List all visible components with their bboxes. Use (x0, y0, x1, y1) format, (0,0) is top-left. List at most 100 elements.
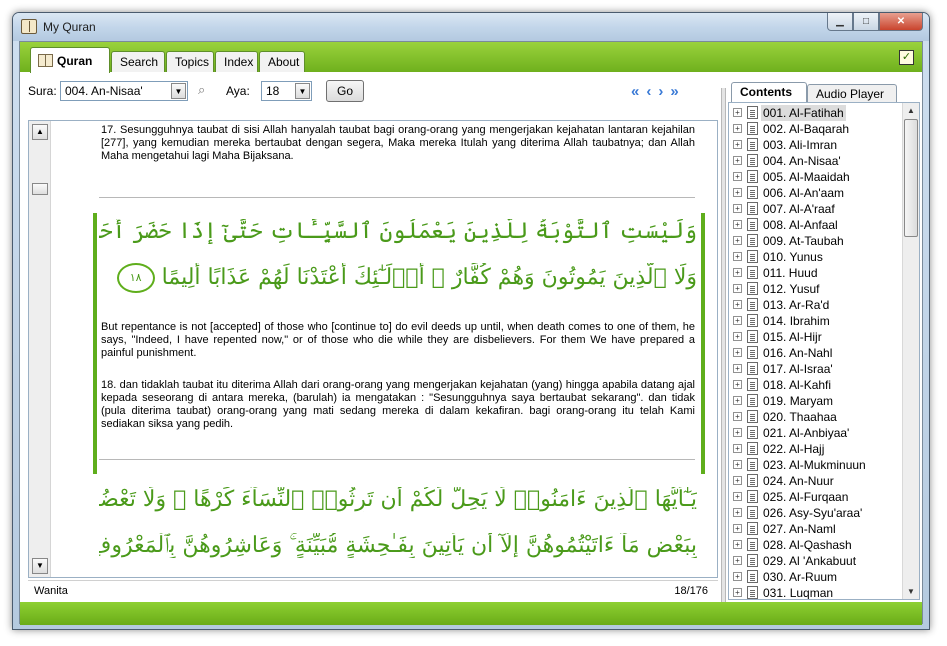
first-icon[interactable]: « (631, 84, 639, 99)
tab-topics[interactable]: Topics (166, 51, 214, 72)
expand-icon[interactable]: + (733, 444, 742, 453)
tree-item[interactable]: +018. Al-Kahfi (733, 377, 901, 393)
expand-icon[interactable]: + (733, 508, 742, 517)
tree-item[interactable]: +022. Al-Hajj (733, 441, 901, 457)
expand-icon[interactable]: + (733, 332, 742, 341)
tree-item[interactable]: +017. Al-Israa' (733, 361, 901, 377)
expand-icon[interactable]: + (733, 540, 742, 549)
tab-quran[interactable]: Quran (30, 47, 110, 73)
tree-item[interactable]: +009. At-Taubah (733, 233, 901, 249)
tree-item[interactable]: +014. Ibrahim (733, 313, 901, 329)
expand-icon[interactable]: + (733, 108, 742, 117)
tree-item[interactable]: +003. Ali-Imran (733, 137, 901, 153)
expand-icon[interactable]: + (733, 396, 742, 405)
expand-icon[interactable]: + (733, 556, 742, 565)
expand-icon[interactable]: + (733, 412, 742, 421)
title-bar[interactable]: My Quran ▁ □ ✕ (13, 13, 929, 41)
expand-icon[interactable]: + (733, 220, 742, 229)
expand-icon[interactable]: + (733, 140, 742, 149)
tree-item[interactable]: +020. Thaahaa (733, 409, 901, 425)
tree-item-label: 028. Al-Qashash (763, 538, 852, 552)
tree-item[interactable]: +019. Maryam (733, 393, 901, 409)
expand-icon[interactable]: + (733, 428, 742, 437)
expand-icon[interactable]: + (733, 252, 742, 261)
expand-icon[interactable]: + (733, 124, 742, 133)
expand-icon[interactable]: + (733, 204, 742, 213)
tree-item[interactable]: +008. Al-Anfaal (733, 217, 901, 233)
expand-icon[interactable]: + (733, 188, 742, 197)
expand-icon[interactable]: + (733, 316, 742, 325)
expand-icon[interactable]: + (733, 380, 742, 389)
tree-item[interactable]: +005. Al-Maaidah (733, 169, 901, 185)
panel-splitter[interactable] (721, 88, 726, 602)
expand-icon[interactable]: + (733, 524, 742, 533)
tree-item[interactable]: +002. Al-Baqarah (733, 121, 901, 137)
last-icon[interactable]: » (670, 84, 678, 99)
scroll-thumb[interactable] (32, 183, 48, 195)
expand-icon[interactable]: + (733, 348, 742, 357)
expand-icon[interactable]: + (733, 460, 742, 469)
tab-contents[interactable]: Contents (731, 82, 807, 103)
expand-icon[interactable]: + (733, 300, 742, 309)
scroll-up-icon[interactable]: ▲ (904, 103, 918, 118)
tree-item[interactable]: +030. Ar-Ruum (733, 569, 901, 585)
tree-item[interactable]: +004. An-Nisaa' (733, 153, 901, 169)
aya-select[interactable]: 18 ▼ (261, 81, 312, 101)
tree-item[interactable]: +006. Al-An'aam (733, 185, 901, 201)
scroll-thumb[interactable] (904, 119, 918, 237)
close-button[interactable]: ✕ (879, 13, 923, 31)
tree-item[interactable]: +023. Al-Mukminuun (733, 457, 901, 473)
document-icon (747, 570, 758, 583)
tree-item[interactable]: +021. Al-Anbiyaa' (733, 425, 901, 441)
next-icon[interactable]: › (658, 84, 663, 99)
tree-item[interactable]: +029. Al 'Ankabuut (733, 553, 901, 569)
expand-icon[interactable]: + (733, 588, 742, 597)
tree-item[interactable]: +011. Huud (733, 265, 901, 281)
tree-item[interactable]: +001. Al-Fatihah (733, 105, 901, 121)
tab-index[interactable]: Index (215, 51, 258, 72)
tree-item[interactable]: +012. Yusuf (733, 281, 901, 297)
expand-icon[interactable]: + (733, 476, 742, 485)
tree-item[interactable]: +007. Al-A'raaf (733, 201, 901, 217)
sura-tree[interactable]: +001. Al-Fatihah +002. Al-Baqarah +003. Al… (728, 102, 920, 600)
minimize-button[interactable]: ▁ (827, 13, 853, 31)
tree-item-label: 020. Thaahaa (763, 410, 837, 424)
verse-reader[interactable]: ▲ ▼ 17. Sesungguhnya taubat di sisi Alla… (28, 120, 718, 578)
tab-about[interactable]: About (259, 51, 305, 72)
expand-icon[interactable]: + (733, 364, 742, 373)
tree-item[interactable]: +010. Yunus (733, 249, 901, 265)
tree-item[interactable]: +025. Al-Furqaan (733, 489, 901, 505)
chevron-down-icon[interactable]: ▼ (295, 83, 310, 99)
expand-icon[interactable]: + (733, 236, 742, 245)
tree-item[interactable]: +013. Ar-Ra'd (733, 297, 901, 313)
tree-item[interactable]: +028. Al-Qashash (733, 537, 901, 553)
tree-scrollbar[interactable]: ▲ ▼ (902, 103, 919, 599)
expand-icon[interactable]: + (733, 572, 742, 581)
tree-item-label: 002. Al-Baqarah (763, 122, 850, 136)
verse-highlight-right (701, 213, 705, 474)
expand-icon[interactable]: + (733, 284, 742, 293)
tab-audio-player[interactable]: Audio Player (807, 84, 897, 103)
chevron-down-icon[interactable]: ▼ (171, 83, 186, 99)
scroll-down-icon[interactable]: ▼ (32, 558, 48, 574)
tree-item[interactable]: +027. An-Naml (733, 521, 901, 537)
tree-item[interactable]: +026. Asy-Syu'araa' (733, 505, 901, 521)
expand-icon[interactable]: + (733, 268, 742, 277)
scroll-down-icon[interactable]: ▼ (904, 584, 918, 599)
reader-scrollbar[interactable]: ▲ ▼ (29, 121, 51, 577)
expand-icon[interactable]: + (733, 492, 742, 501)
tree-item[interactable]: +031. Luqman (733, 585, 901, 599)
go-button[interactable]: Go (326, 80, 364, 102)
maximize-button[interactable]: □ (853, 13, 879, 31)
scroll-up-icon[interactable]: ▲ (32, 124, 48, 140)
checklist-icon[interactable]: ✓ (899, 50, 914, 65)
tree-item[interactable]: +024. An-Nuur (733, 473, 901, 489)
previous-icon[interactable]: ‹ (646, 84, 651, 99)
tree-item[interactable]: +015. Al-Hijr (733, 329, 901, 345)
expand-icon[interactable]: + (733, 172, 742, 181)
expand-icon[interactable]: + (733, 156, 742, 165)
search-icon[interactable]: ⌕ (198, 82, 205, 98)
sura-select[interactable]: 004. An-Nisaa' ▼ (60, 81, 188, 101)
tab-search[interactable]: Search (111, 51, 165, 72)
tree-item[interactable]: +016. An-Nahl (733, 345, 901, 361)
